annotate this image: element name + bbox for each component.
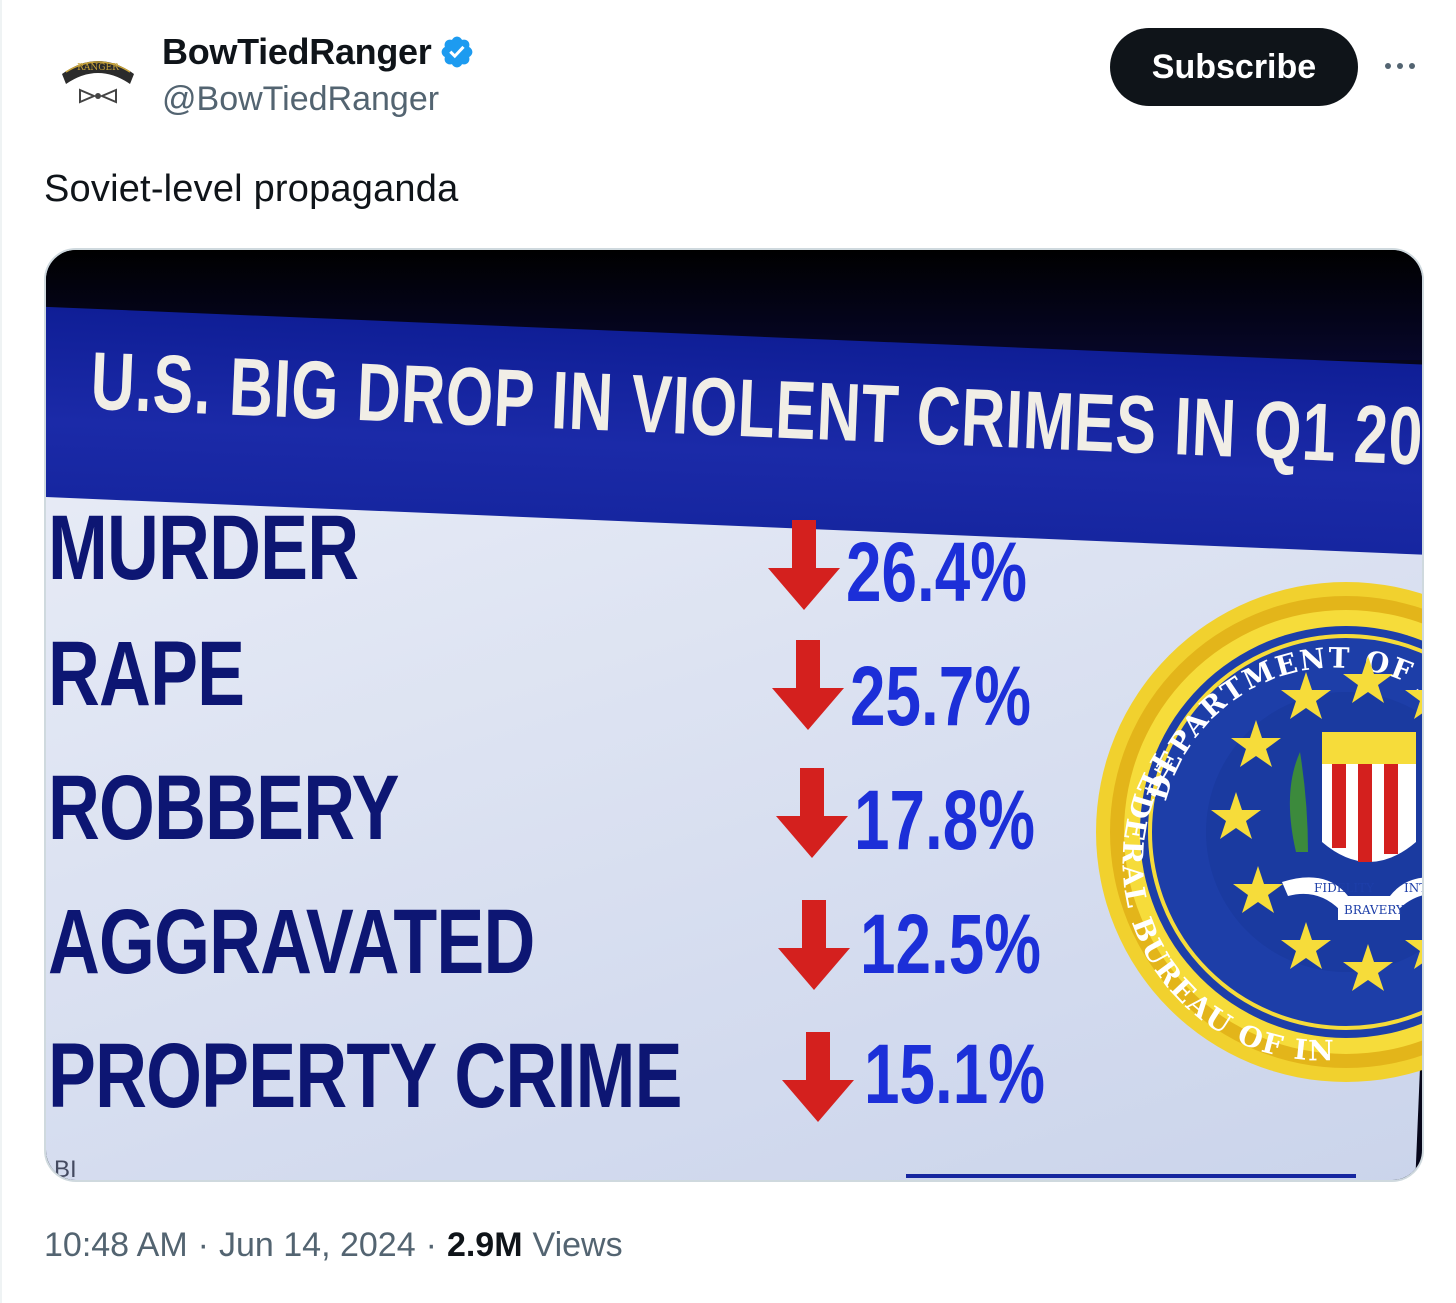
crime-change: 15.1% [864,1027,1046,1121]
crime-change: 26.4% [846,525,1028,619]
crime-change: 25.7% [850,649,1032,743]
tweet-text: Soviet-level propaganda [44,168,459,210]
down-arrow-icon [782,1032,854,1122]
views-label: Views [532,1226,623,1264]
tweet-card: RANGER BowTiedRanger @BowTiedRanger Subs… [0,0,1456,1303]
bottom-rule [906,1174,1356,1178]
tweet-date[interactable]: Jun 14, 2024 [219,1226,416,1265]
ranger-logo-icon: RANGER [50,32,146,128]
avatar[interactable]: RANGER [50,32,146,128]
handle[interactable]: @BowTiedRanger [162,80,475,119]
down-arrow-icon [776,768,848,858]
tweet-media-image[interactable]: U.S. BIG DROP IN VIOLENT CRIMES IN Q1 20… [44,248,1424,1182]
verified-badge-icon [442,36,473,68]
down-arrow-icon [778,900,850,990]
crime-label: RAPE [48,623,245,725]
more-horizontal-icon[interactable] [1376,42,1424,90]
svg-text:RANGER: RANGER [77,63,119,73]
author-block: BowTiedRanger @BowTiedRanger [162,28,475,119]
crime-label: MURDER [48,497,359,599]
tweet-time[interactable]: 10:48 AM [44,1226,188,1265]
crime-label: ROBBERY [48,757,399,859]
svg-text:BRAVERY: BRAVERY [1344,903,1405,917]
crime-label: AGGRAVATED [48,891,535,993]
separator-dot: · [197,1226,209,1264]
down-arrow-icon [772,640,844,730]
crime-label: PROPERTY CRIME [48,1025,682,1127]
display-name[interactable]: BowTiedRanger [162,31,432,73]
down-arrow-icon [768,520,840,610]
svg-text:INTEGRITY: INTEGRITY [1404,881,1424,895]
crime-change: 17.8% [854,773,1036,867]
crime-change: 12.5% [860,897,1042,991]
separator-dot: · [425,1226,437,1264]
svg-text:FIDELITY: FIDELITY [1314,881,1375,895]
source-credit: BI [54,1156,77,1182]
views-count: 2.9M [446,1226,523,1264]
tweet-meta: 10:48 AM · Jun 14, 2024 · 2.9M Views [44,1226,623,1265]
subscribe-button[interactable]: Subscribe [1110,28,1358,106]
fbi-seal-icon: DEPARTMENT OF JU FEDERAL BUREAU OF IN [1096,582,1424,1082]
